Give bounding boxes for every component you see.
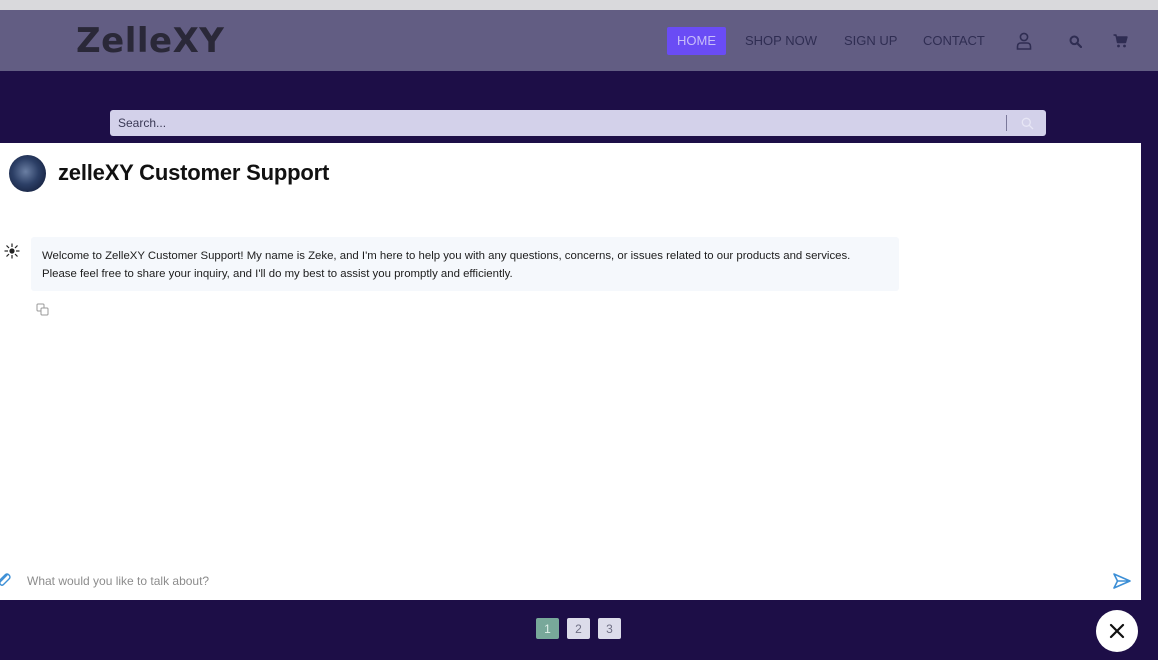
bot-message: Welcome to ZelleXY Customer Support! My … [31, 237, 899, 291]
browser-top-strip [0, 0, 1158, 10]
page-button-2[interactable]: 2 [567, 618, 590, 639]
support-avatar [9, 155, 46, 192]
nav-contact[interactable]: CONTACT [923, 27, 985, 55]
close-chat-button[interactable] [1096, 610, 1138, 652]
chat-panel: zelleXY Customer Support Welcome to Zell… [0, 143, 1141, 600]
nav-sign-up[interactable]: SIGN UP [844, 27, 897, 55]
navbar: ZelleXY HOME SHOP NOW SIGN UP CONTACT [0, 10, 1158, 71]
chat-message-input[interactable] [21, 571, 1091, 591]
cart-icon[interactable] [1109, 30, 1131, 52]
search-input[interactable] [110, 110, 1000, 136]
nav-home[interactable]: HOME [667, 27, 726, 55]
page-button-1[interactable]: 1 [536, 618, 559, 639]
page-button-3[interactable]: 3 [598, 618, 621, 639]
user-icon[interactable] [1013, 30, 1035, 52]
search-button-icon[interactable] [1016, 113, 1038, 133]
copy-icon[interactable] [36, 303, 50, 317]
nav-shop-now[interactable]: SHOP NOW [745, 27, 817, 55]
send-icon [1113, 573, 1131, 589]
search-bar [110, 110, 1046, 136]
chat-title: zelleXY Customer Support [58, 160, 330, 185]
search-divider [1006, 115, 1007, 131]
pagination: 1 2 3 [536, 618, 621, 639]
paperclip-icon[interactable] [0, 571, 12, 589]
bot-icon [4, 243, 20, 259]
send-button[interactable] [1111, 571, 1133, 591]
close-icon [1109, 623, 1125, 639]
search-icon[interactable] [1064, 30, 1086, 52]
site-logo[interactable]: ZelleXY [76, 21, 224, 61]
